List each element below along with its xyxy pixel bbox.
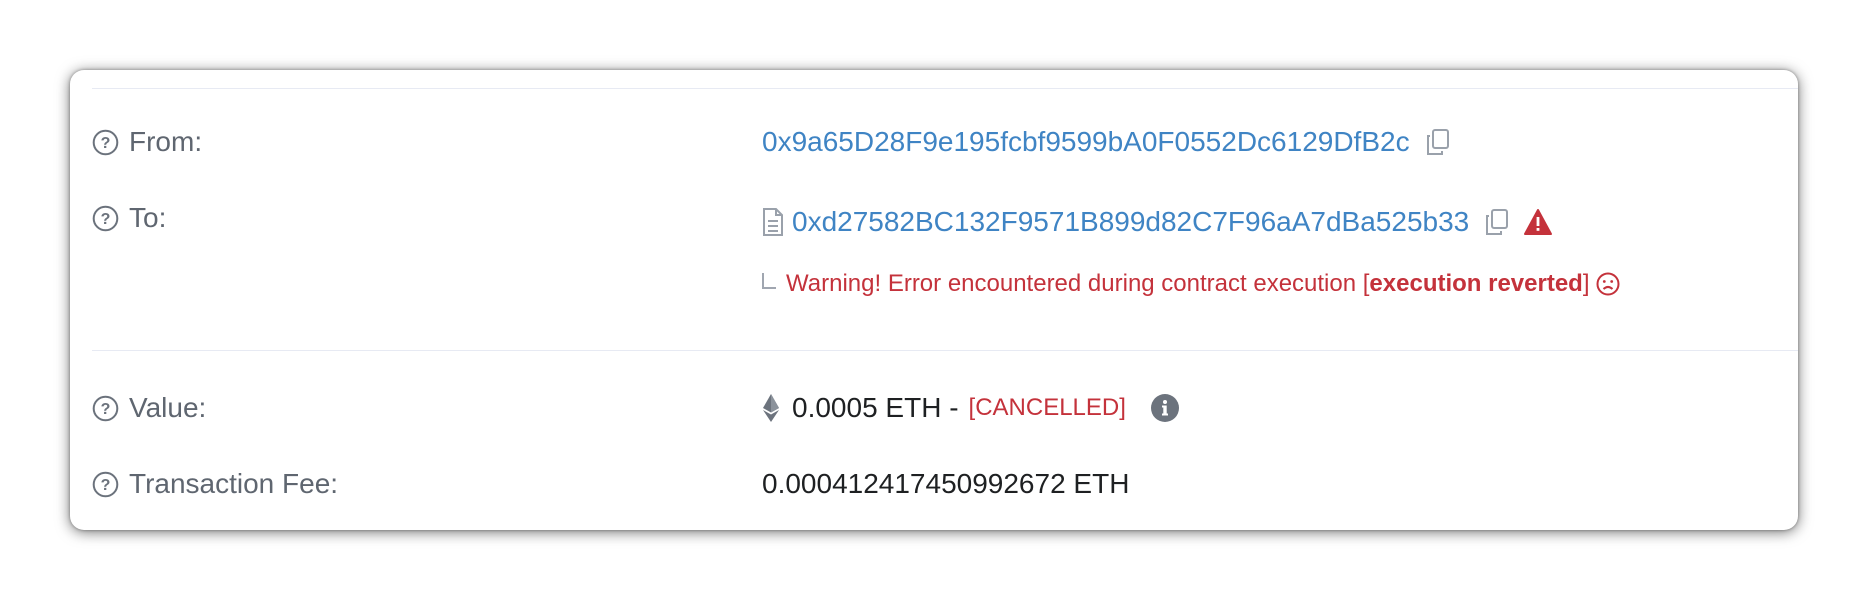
question-circle-icon[interactable]: ? — [92, 395, 119, 422]
svg-text:?: ? — [101, 401, 111, 418]
fee-label: Transaction Fee: — [129, 468, 339, 499]
copy-icon[interactable] — [1424, 127, 1452, 157]
transaction-details-card: ? From: 0x9a65D28F9e195fcbf9599bA0F0552D… — [70, 70, 1798, 530]
to-row: ? To: 0xd27582BC132F9571B899d82C7F96aA7d… — [70, 202, 1798, 242]
from-address-link[interactable]: 0x9a65D28F9e195fcbf9599bA0F0552Dc6129DfB… — [762, 126, 1410, 158]
info-circle-icon[interactable] — [1150, 393, 1180, 423]
fee-label-group: ? Transaction Fee: — [92, 468, 338, 500]
top-divider — [92, 88, 1798, 89]
value-amount: 0.0005 ETH - — [792, 392, 959, 423]
status-cancelled: [CANCELLED] — [968, 394, 1126, 421]
value-label: Value: — [129, 392, 207, 423]
elbow-connector-icon — [762, 273, 776, 289]
warning-triangle-icon[interactable] — [1523, 208, 1553, 236]
middle-divider — [92, 350, 1798, 351]
from-row: ? From: 0x9a65D28F9e195fcbf9599bA0F0552D… — [70, 122, 1798, 162]
copy-icon[interactable] — [1483, 207, 1511, 237]
question-circle-icon[interactable]: ? — [92, 471, 119, 498]
warning-text-bold: execution reverted — [1369, 270, 1583, 297]
ethereum-icon — [763, 394, 779, 422]
warning-text-prefix: Warning! Error encountered during contra… — [786, 270, 1370, 297]
frown-icon — [1596, 272, 1620, 296]
document-icon — [763, 208, 783, 236]
execution-warning: Warning! Error encountered during contra… — [762, 268, 1620, 300]
from-label: From: — [129, 126, 203, 157]
question-circle-icon[interactable]: ? — [92, 129, 119, 156]
to-label: To: — [129, 202, 167, 233]
fee-value: 0.000412417450992672 ETH — [762, 468, 1129, 500]
to-value: 0xd27582BC132F9571B899d82C7F96aA7dBa525b… — [762, 206, 1553, 238]
value-label-group: ? Value: — [92, 392, 206, 424]
to-label-group: ? To: — [92, 202, 166, 234]
from-value: 0x9a65D28F9e195fcbf9599bA0F0552Dc6129DfB… — [762, 126, 1452, 158]
to-address-link[interactable]: 0xd27582BC132F9571B899d82C7F96aA7dBa525b… — [792, 206, 1469, 238]
fee-amount: 0.000412417450992672 ETH — [762, 468, 1130, 499]
warning-text-suffix: ] — [1582, 270, 1590, 297]
svg-text:?: ? — [101, 135, 111, 152]
svg-text:?: ? — [101, 477, 111, 494]
value-value: 0.0005 ETH - [CANCELLED] — [762, 392, 1180, 424]
svg-text:?: ? — [101, 211, 111, 228]
fee-row: ? Transaction Fee: 0.000412417450992672 … — [70, 468, 1798, 508]
value-row: ? Value: 0.0005 ETH - [CANCELLED] — [70, 392, 1798, 432]
question-circle-icon[interactable]: ? — [92, 205, 119, 232]
from-label-group: ? From: — [92, 126, 202, 158]
